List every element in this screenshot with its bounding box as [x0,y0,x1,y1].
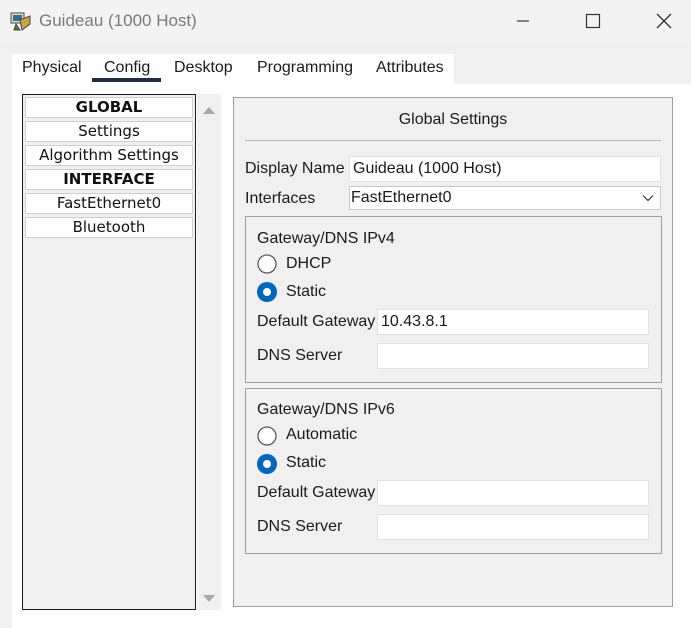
tab-programming[interactable]: Programming [257,59,353,77]
tab-bar: Physical Config Desktop Programming Attr… [12,54,454,84]
ipv4-default-gateway-label: Default Gateway [257,313,376,330]
minimize-button[interactable] [509,8,537,34]
ipv4-dns-server-label: DNS Server [257,347,343,364]
maximize-button[interactable] [579,8,607,34]
ipv6-default-gateway-label: Default Gateway [257,484,376,501]
sidebar-item-global[interactable]: GLOBAL [25,97,193,118]
window-title: Guideau (1000 Host) [39,11,197,30]
minimize-icon [517,20,529,22]
interfaces-label: Interfaces [245,190,316,207]
sidebar-item-bluetooth[interactable]: Bluetooth [25,217,193,238]
tab-desktop[interactable]: Desktop [174,59,233,77]
title-bar: Guideau (1000 Host) [0,0,691,42]
ipv6-static-radio[interactable] [257,454,277,474]
ipv6-automatic-label: Automatic [286,426,358,443]
ipv6-automatic-radio[interactable] [257,426,277,446]
tab-physical[interactable]: Physical [22,59,82,77]
sidebar-item-algorithm-settings[interactable]: Algorithm Settings [25,145,193,166]
interfaces-select[interactable]: FastEthernet0 [349,186,661,210]
ipv4-dhcp-label: DHCP [286,255,332,272]
ipv4-dhcp-radio[interactable] [257,254,277,274]
sidebar-item-settings[interactable]: Settings [25,121,193,142]
sidebar-item-interface[interactable]: INTERFACE [25,169,193,190]
ipv6-dns-server-label: DNS Server [257,518,343,535]
chevron-down-icon [642,195,654,202]
scroll-down-button[interactable] [202,591,216,602]
sidebar-item-fastethernet0[interactable]: FastEthernet0 [25,193,193,214]
tab-config[interactable]: Config [104,59,150,77]
ipv6-static-label: Static [286,454,327,471]
interfaces-selected-value: FastEthernet0 [351,189,452,206]
display-name-field[interactable]: Guideau (1000 Host) [349,156,661,182]
settings-sidebar: GLOBAL Settings Algorithm Settings INTER… [22,94,196,610]
ipv6-gateway-group: Gateway/DNS IPv6 Automatic Static Defaul… [245,388,662,554]
panel-title: Global Settings [398,111,508,128]
sidebar-scrollbar[interactable] [197,94,221,610]
scroll-up-arrow-icon [203,107,215,114]
ipv4-group-title: Gateway/DNS IPv4 [257,230,395,247]
ipv6-dns-server-field[interactable] [377,514,649,540]
ipv6-default-gateway-field[interactable] [377,480,649,506]
global-settings-panel: Global Settings Display Name Guideau (10… [233,97,673,607]
app-icon [10,10,32,32]
ipv4-gateway-group: Gateway/DNS IPv4 DHCP Static Default Gat… [245,216,662,383]
ipv4-dns-server-field[interactable] [377,343,649,369]
ipv4-static-radio[interactable] [257,282,277,302]
scroll-down-arrow-icon [203,595,215,602]
close-button[interactable] [650,8,678,34]
panel-divider [245,140,661,141]
maximize-icon [585,13,601,29]
active-tab-indicator [92,78,161,82]
scroll-up-button[interactable] [202,102,216,114]
tab-attributes[interactable]: Attributes [376,59,444,77]
close-icon [656,13,672,29]
display-name-label: Display Name [245,160,345,177]
ipv6-group-title: Gateway/DNS IPv6 [257,401,395,418]
ipv4-static-label: Static [286,283,327,300]
ipv4-default-gateway-field[interactable]: 10.43.8.1 [377,309,649,335]
